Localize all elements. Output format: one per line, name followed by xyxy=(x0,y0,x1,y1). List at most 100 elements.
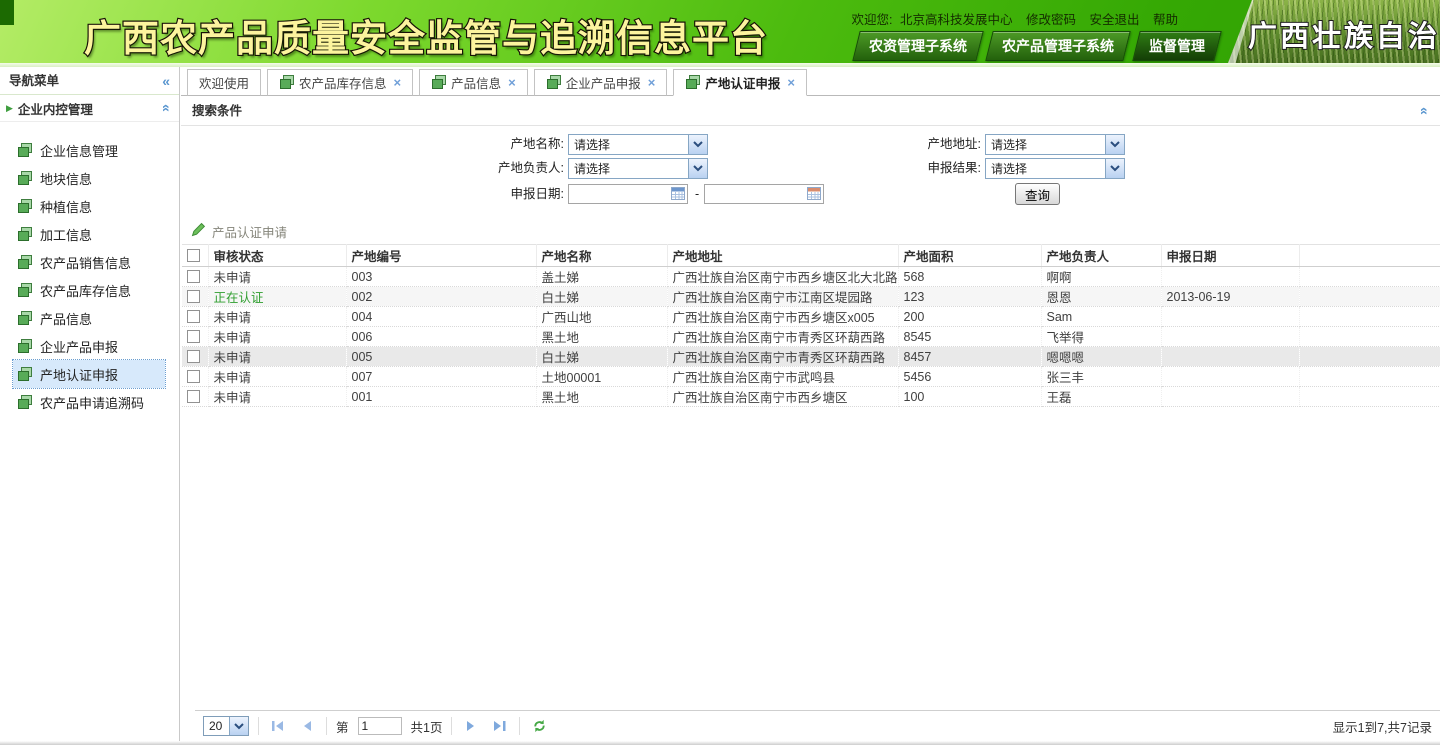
search-collapse-icon[interactable]: « xyxy=(1418,107,1432,115)
table-row[interactable]: 未申请004广西山地广西壮族自治区南宁市西乡塘区x005200Sam xyxy=(182,307,1440,327)
tab[interactable]: 产地认证申报× xyxy=(673,69,807,96)
row-checkbox[interactable] xyxy=(187,310,200,323)
tab[interactable]: 欢迎使用 xyxy=(187,69,261,96)
sidebar-item[interactable]: 农产品申请追溯码 xyxy=(13,388,165,416)
origin-addr-label: 产地地址: xyxy=(786,134,981,155)
sidebar-item[interactable]: 产品信息 xyxy=(13,304,165,332)
row-checkbox[interactable] xyxy=(187,350,200,363)
sidebar-item[interactable]: 种植信息 xyxy=(13,192,165,220)
pager-bar: 20 第 共1页 显示1到7,共7记录 xyxy=(195,710,1440,741)
result-label: 申报结果: xyxy=(786,158,981,179)
sidebar-item-label: 企业信息管理 xyxy=(40,141,118,160)
row-checkbox[interactable] xyxy=(187,330,200,343)
sidebar-item[interactable]: 农产品销售信息 xyxy=(13,248,165,276)
page-title: 广西农产品质量安全监管与追溯信息平台 xyxy=(84,8,768,62)
nav-button-agri-products[interactable]: 农产品管理子系统 xyxy=(985,31,1130,61)
date-cell xyxy=(1161,307,1299,327)
tab[interactable]: 产品信息× xyxy=(419,69,528,96)
sidebar-item-label: 农产品库存信息 xyxy=(40,281,131,300)
logout-link[interactable]: 安全退出 xyxy=(1089,13,1139,27)
group-collapse-icon[interactable]: « xyxy=(160,104,174,112)
date-to-input[interactable] xyxy=(704,184,824,204)
prev-page-icon[interactable] xyxy=(297,716,317,736)
row-checkbox[interactable] xyxy=(187,290,200,303)
column-header[interactable]: 产地名称 xyxy=(536,245,667,267)
address-cell: 广西壮族自治区南宁市西乡塘区 xyxy=(667,387,898,407)
query-button[interactable]: 查询 xyxy=(1015,183,1060,205)
page-number-input[interactable] xyxy=(358,717,402,735)
change-password-link[interactable]: 修改密码 xyxy=(1026,13,1076,27)
column-header[interactable]: 产地地址 xyxy=(667,245,898,267)
first-page-icon[interactable] xyxy=(268,716,288,736)
row-checkbox[interactable] xyxy=(187,370,200,383)
status-cell: 正在认证 xyxy=(208,287,346,307)
app-window: 广西农产品质量安全监管与追溯信息平台 欢迎您: 北京高科技发展中心 修改密码 安… xyxy=(0,0,1440,745)
code-cell: 004 xyxy=(346,307,536,327)
sidebar-item[interactable]: 产地认证申报 xyxy=(13,360,165,388)
person-cell: 啊啊 xyxy=(1041,267,1161,287)
sidebar-item-label: 农产品申请追溯码 xyxy=(40,393,144,412)
page-size-select[interactable]: 20 xyxy=(203,716,249,736)
close-icon[interactable]: × xyxy=(787,75,795,90)
table-row[interactable]: 未申请005白土娣广西壮族自治区南宁市青秀区环葫西路8457嗯嗯嗯 xyxy=(182,347,1440,367)
table-row[interactable]: 未申请006黑土地广西壮族自治区南宁市青秀区环葫西路8545飞举得 xyxy=(182,327,1440,347)
results-table: 审核状态产地编号产地名称产地地址产地面积产地负责人申报日期未申请003盖土娣广西… xyxy=(182,244,1440,407)
origin-addr-select[interactable]: 请选择 xyxy=(985,134,1125,155)
table-row[interactable]: 正在认证002白土娣广西壮族自治区南宁市江南区堤园路123恩恩2013-06-1… xyxy=(182,287,1440,307)
date-from-input[interactable] xyxy=(568,184,688,204)
name-cell: 黑土地 xyxy=(536,327,667,347)
column-header[interactable]: 审核状态 xyxy=(208,245,346,267)
book-icon xyxy=(17,199,33,214)
sidebar-item-label: 加工信息 xyxy=(40,225,92,244)
sidebar-collapse-icon[interactable]: « xyxy=(162,74,170,88)
grid-section-header: 产品认证申请 xyxy=(181,218,1440,244)
tab[interactable]: 农产品库存信息× xyxy=(267,69,413,96)
close-icon[interactable]: × xyxy=(648,75,656,90)
person-cell: 张三丰 xyxy=(1041,367,1161,387)
sidebar-item[interactable]: 农产品库存信息 xyxy=(13,276,165,304)
last-page-icon[interactable] xyxy=(490,716,510,736)
sidebar-group-enterprise-control[interactable]: ▶ 企业内控管理 « xyxy=(0,95,179,122)
sidebar-item[interactable]: 企业信息管理 xyxy=(13,136,165,164)
table-row[interactable]: 未申请007土地00001广西壮族自治区南宁市武鸣县5456张三丰 xyxy=(182,367,1440,387)
result-select[interactable]: 请选择 xyxy=(985,158,1125,179)
search-panel-title: 搜索条件 xyxy=(192,96,242,126)
calendar-icon[interactable] xyxy=(807,187,821,203)
nav-button-agri-materials[interactable]: 农资管理子系统 xyxy=(852,31,983,61)
column-header[interactable]: 申报日期 xyxy=(1161,245,1299,267)
origin-person-select[interactable]: 请选择 xyxy=(568,158,708,179)
row-checkbox[interactable] xyxy=(187,270,200,283)
table-row[interactable]: 未申请003盖土娣广西壮族自治区南宁市西乡塘区北大北路568啊啊 xyxy=(182,267,1440,287)
table-row[interactable]: 未申请001黑土地广西壮族自治区南宁市西乡塘区100王磊 xyxy=(182,387,1440,407)
origin-name-select[interactable]: 请选择 xyxy=(568,134,708,155)
tab[interactable]: 企业产品申报× xyxy=(534,69,668,96)
next-page-icon[interactable] xyxy=(461,716,481,736)
book-icon xyxy=(17,395,33,410)
chevron-down-icon xyxy=(1105,135,1124,154)
close-icon[interactable]: × xyxy=(508,75,516,90)
row-checkbox[interactable] xyxy=(187,390,200,403)
sidebar-item[interactable]: 地块信息 xyxy=(13,164,165,192)
column-header[interactable]: 产地面积 xyxy=(898,245,1041,267)
refresh-icon[interactable] xyxy=(529,716,549,736)
help-link[interactable]: 帮助 xyxy=(1153,13,1178,27)
sidebar: 导航菜单 « ▶ 企业内控管理 « 企业信息管理地块信息种植信息加工信息农产品销… xyxy=(0,67,180,741)
pencil-icon xyxy=(191,222,206,240)
pager-separator xyxy=(258,717,259,735)
calendar-icon[interactable] xyxy=(671,187,685,203)
close-icon[interactable]: × xyxy=(394,75,402,90)
date-cell xyxy=(1161,387,1299,407)
sidebar-item[interactable]: 企业产品申报 xyxy=(13,332,165,360)
code-cell: 007 xyxy=(346,367,536,387)
select-all-checkbox[interactable] xyxy=(187,249,200,262)
sidebar-item-list: 企业信息管理地块信息种植信息加工信息农产品销售信息农产品库存信息产品信息企业产品… xyxy=(0,122,179,416)
column-header[interactable]: 产地负责人 xyxy=(1041,245,1161,267)
sidebar-item[interactable]: 加工信息 xyxy=(13,220,165,248)
nav-button-supervision[interactable]: 监督管理 xyxy=(1132,31,1221,61)
address-cell: 广西壮族自治区南宁市江南区堤园路 xyxy=(667,287,898,307)
column-header[interactable]: 产地编号 xyxy=(346,245,536,267)
sidebar-item-label: 种植信息 xyxy=(40,197,92,216)
tab-label: 欢迎使用 xyxy=(199,73,249,92)
name-cell: 土地00001 xyxy=(536,367,667,387)
name-cell: 白土娣 xyxy=(536,347,667,367)
